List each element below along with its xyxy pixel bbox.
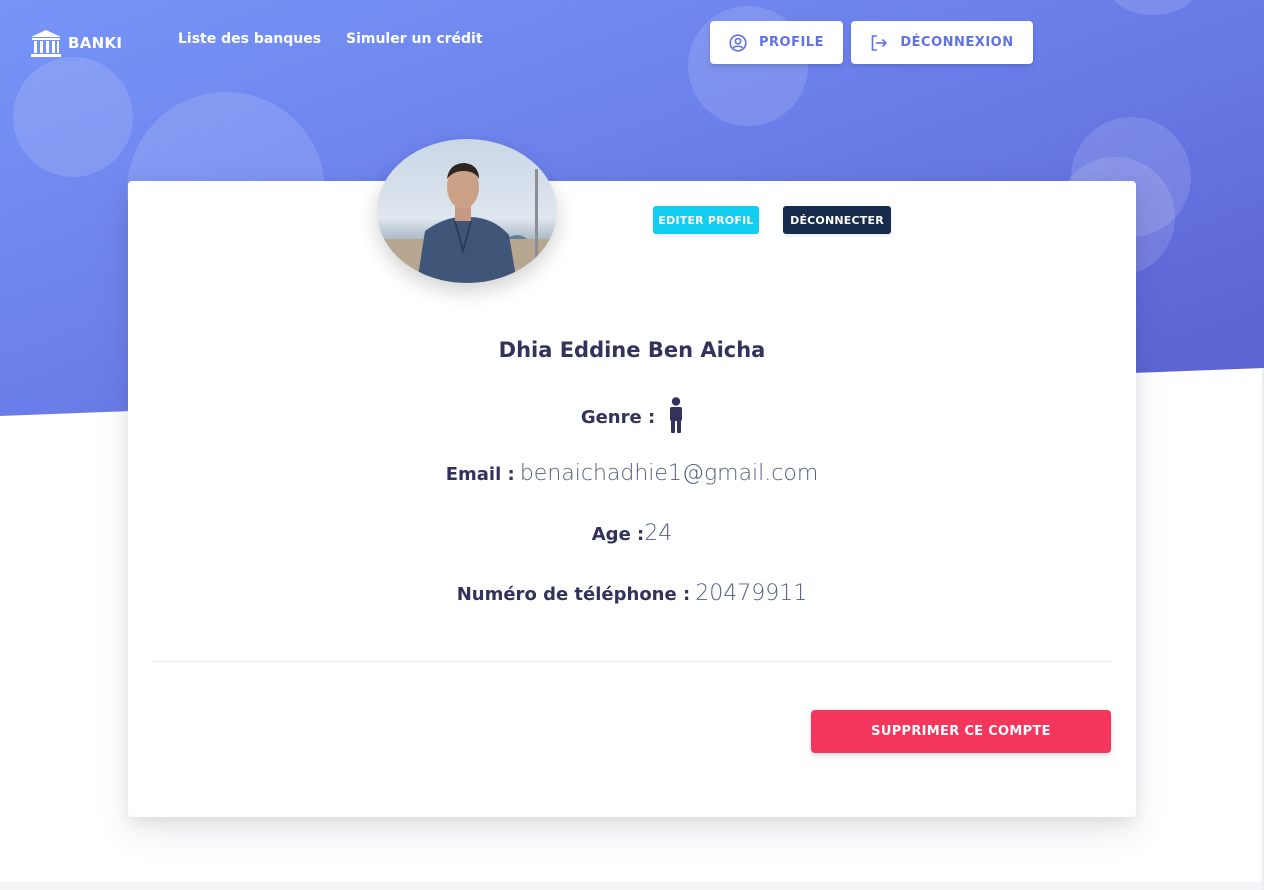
age-label: Age :	[591, 524, 645, 545]
brand-name: BANKI	[68, 34, 123, 52]
brand-logo[interactable]: BANKI	[30, 28, 122, 58]
nav-link-banks[interactable]: Liste des banques	[178, 31, 321, 47]
email-label: Email :	[445, 464, 515, 485]
user-circle-icon	[729, 33, 747, 52]
profile-button[interactable]: PROFILE	[710, 21, 843, 64]
bank-icon	[30, 28, 62, 58]
phone-value: 20479911	[695, 581, 808, 606]
phone-label: Numéro de téléphone :	[456, 584, 691, 605]
decor-bubble	[13, 57, 133, 177]
age-row: Age :24	[128, 521, 1136, 546]
logout-button[interactable]: DÉCONNEXION	[851, 21, 1033, 64]
logout-button-label: DÉCONNEXION	[900, 35, 1014, 50]
email-value: benaichadhie1@gmail.com	[519, 461, 819, 486]
nav-link-credit-simulator[interactable]: Simuler un crédit	[346, 31, 483, 47]
delete-account-button[interactable]: SUPPRIMER CE COMPTE	[811, 710, 1111, 753]
decor-bubble	[1108, 0, 1198, 15]
card-divider	[152, 661, 1112, 662]
genre-row: Genre :	[128, 397, 1136, 437]
genre-label: Genre :	[580, 406, 656, 428]
profile-avatar[interactable]	[377, 139, 557, 283]
disconnect-button[interactable]: DÉCONNECTER	[783, 206, 891, 234]
user-name: Dhia Eddine Ben Aicha	[498, 338, 766, 362]
edit-profile-button[interactable]: EDITER PROFIL	[653, 206, 759, 234]
footer-strip	[0, 882, 1264, 890]
phone-row: Numéro de téléphone : 20479911	[128, 581, 1136, 606]
email-row: Email : benaichadhie1@gmail.com	[128, 461, 1136, 486]
male-icon	[669, 397, 683, 437]
age-value: 24	[644, 521, 673, 546]
profile-button-label: PROFILE	[759, 35, 824, 50]
logout-icon	[870, 34, 888, 52]
